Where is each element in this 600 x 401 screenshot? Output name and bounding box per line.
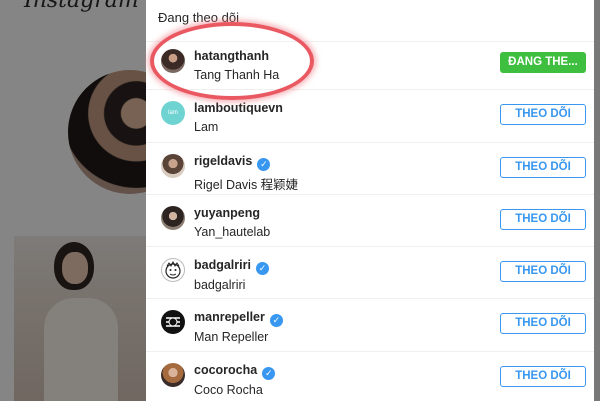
verified-badge-icon: ✓	[262, 366, 276, 380]
account-names: hatangthanh Tang Thanh Ha	[194, 47, 279, 82]
follow-button[interactable]: THEO DÕI	[500, 208, 586, 230]
username-link[interactable]: manrepeller	[194, 310, 265, 324]
full-name: Man Repeller	[194, 330, 269, 345]
full-name: Yan_hautelab	[194, 224, 271, 239]
following-modal: Đang theo dõi hatangthanh Tang Thanh Ha …	[146, 0, 594, 401]
username-link[interactable]: lamboutiquevn	[194, 101, 283, 115]
follow-button[interactable]: THEO DÕI	[500, 156, 586, 178]
follow-button[interactable]: THEO DÕI	[500, 261, 586, 283]
follow-button[interactable]: THEO DÕI	[500, 313, 586, 335]
username-link[interactable]: rigeldavis	[194, 154, 252, 168]
avatar[interactable]	[161, 362, 185, 387]
username-link[interactable]: cocorocha	[194, 363, 257, 377]
verified-badge-icon: ✓	[255, 262, 269, 276]
cartoon-face-icon	[165, 261, 181, 279]
following-button[interactable]: ĐANG THE...	[500, 52, 586, 73]
account-names: cocorocha ✓ Coco Rocha	[194, 361, 276, 397]
follow-button[interactable]: THEO DÕI	[500, 365, 586, 387]
account-names: manrepeller ✓ Man Repeller	[194, 308, 283, 344]
avatar[interactable]	[161, 205, 185, 230]
follow-button[interactable]: THEO DÕI	[500, 104, 586, 126]
account-names: yuyanpeng Yan_hautelab	[194, 204, 270, 239]
full-name: Lam	[194, 120, 219, 135]
avatar[interactable]: lam	[161, 101, 185, 126]
verified-badge-icon: ✓	[269, 314, 283, 328]
list-item: badgalriri ✓ badgalriri THEO DÕI	[146, 247, 594, 300]
full-name: badgalriri	[194, 278, 246, 293]
following-list[interactable]: hatangthanh Tang Thanh Ha ĐANG THE... la…	[146, 38, 594, 401]
list-item: rigeldavis ✓ Rigel Davis 程颖婕 THEO DÕI	[146, 143, 594, 195]
verified-badge-icon: ✓	[257, 157, 271, 171]
username-link[interactable]: yuyanpeng	[194, 206, 260, 220]
account-names: rigeldavis ✓ Rigel Davis 程颖婕	[194, 152, 298, 193]
username-link[interactable]: hatangthanh	[194, 49, 269, 63]
username-link[interactable]: badgalriri	[194, 258, 251, 272]
list-item: hatangthanh Tang Thanh Ha ĐANG THE...	[146, 38, 594, 91]
avatar[interactable]	[161, 49, 185, 73]
avatar[interactable]	[161, 153, 185, 178]
list-item: manrepeller ✓ Man Repeller THEO DÕI	[146, 299, 594, 352]
list-item: lam lamboutiquevn Lam THEO DÕI	[146, 90, 594, 143]
list-item: cocorocha ✓ Coco Rocha THEO DÕI	[146, 352, 594, 401]
full-name: Rigel Davis 程颖婕	[194, 177, 299, 192]
full-name: Coco Rocha	[194, 382, 263, 397]
list-item: yuyanpeng Yan_hautelab THEO DÕI	[146, 195, 594, 248]
modal-header: Đang theo dõi	[146, 0, 594, 42]
avatar[interactable]	[161, 310, 185, 335]
avatar[interactable]	[161, 258, 185, 283]
account-names: lamboutiquevn Lam	[194, 99, 283, 134]
full-name: Tang Thanh Ha	[194, 68, 280, 82]
account-names: badgalriri ✓ badgalriri	[194, 256, 269, 292]
modal-title: Đang theo dõi	[158, 10, 239, 25]
man-repeller-logo-icon	[166, 317, 180, 328]
